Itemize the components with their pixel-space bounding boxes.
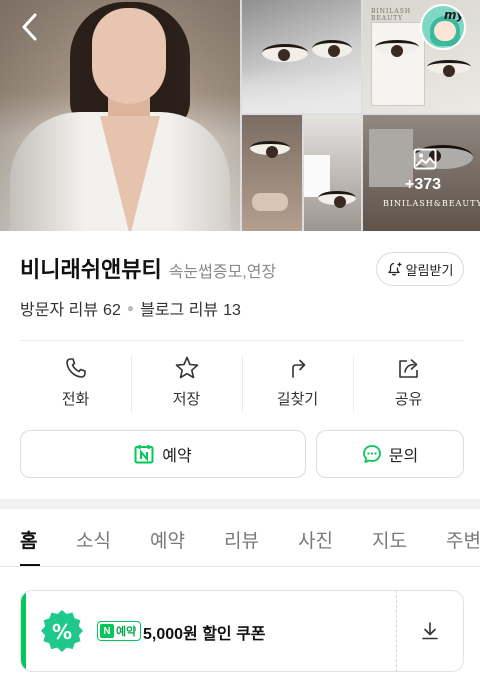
primary-buttons: 예약 문의 <box>20 430 464 478</box>
reserve-label: 예약 <box>162 448 192 465</box>
reserve-button[interactable]: 예약 <box>20 430 306 478</box>
chat-bubble-icon <box>362 445 381 463</box>
share-icon <box>398 359 418 378</box>
visitor-review-link[interactable]: 방문자 리뷰 62 <box>20 296 121 320</box>
inquiry-label: 문의 <box>388 448 419 465</box>
section-divider <box>0 499 480 509</box>
photo-icon <box>413 148 437 170</box>
discount-symbol: % <box>52 620 72 644</box>
tab-home[interactable]: 홈 <box>20 526 37 553</box>
my-badge-label: my <box>444 8 465 22</box>
naver-n-mark: N <box>100 624 114 638</box>
visitor-review-count: 62 <box>103 302 121 319</box>
place-title-row: 비니래쉬앤뷰티 속눈썹증모,연장 <box>20 252 276 284</box>
tab-bar: 홈 소식 예약 리뷰 사진 지도 주변 <box>0 509 480 567</box>
separator-dot: ● <box>126 301 135 315</box>
review-summary: 방문자 리뷰 62 ● 블로그 리뷰 13 <box>20 296 241 320</box>
photo-gallery[interactable]: BINILASH BEAUTY BINILASH&BEAUTY +373 my <box>0 0 480 231</box>
directions-button[interactable]: 길찾기 <box>242 354 353 414</box>
call-button[interactable]: 전화 <box>20 354 131 414</box>
alarm-subscribe-button[interactable]: 알림받기 <box>376 252 464 286</box>
active-tab-indicator <box>20 564 40 566</box>
place-name: 비니래쉬앤뷰티 <box>20 257 162 282</box>
share-label: 공유 <box>394 391 423 408</box>
alarm-label: 알림받기 <box>405 262 454 278</box>
blog-review-label: 블로그 리뷰 <box>140 302 219 319</box>
tab-news[interactable]: 소식 <box>76 526 111 553</box>
place-category: 속눈썹증모,연장 <box>168 264 277 281</box>
photo-thumbnail[interactable] <box>242 115 302 231</box>
action-bar: 전화 저장 길찾기 공유 <box>20 354 464 414</box>
save-label: 저장 <box>172 391 201 408</box>
blog-review-link[interactable]: 블로그 리뷰 13 <box>140 296 241 320</box>
directions-icon <box>291 359 305 378</box>
coupon-body: % N 예약 5,000원 할인 쿠폰 <box>20 590 397 672</box>
photo-thumbnail[interactable] <box>304 115 361 231</box>
inquiry-button[interactable]: 문의 <box>316 430 464 478</box>
naver-reservation-tag: N 예약 <box>97 621 142 641</box>
back-button[interactable] <box>14 10 44 44</box>
share-button[interactable]: 공유 <box>353 354 464 414</box>
my-profile-avatar[interactable]: my <box>420 4 466 50</box>
save-button[interactable]: 저장 <box>131 354 242 414</box>
coupon-download-button[interactable] <box>397 590 464 672</box>
tag-label: 예약 <box>116 626 137 638</box>
bell-plus-icon <box>387 262 402 276</box>
chevron-left-icon <box>22 13 37 41</box>
tab-reservation[interactable]: 예약 <box>150 526 185 553</box>
photo-count: +373 <box>405 176 442 193</box>
divider <box>20 340 464 341</box>
tab-reviews[interactable]: 리뷰 <box>224 526 259 553</box>
call-label: 전화 <box>61 391 90 408</box>
photo-thumbnail[interactable] <box>242 0 361 113</box>
tab-photos[interactable]: 사진 <box>298 526 333 553</box>
star-icon <box>175 356 198 379</box>
photo-thumbnail-more[interactable]: BINILASH&BEAUTY <box>363 115 480 231</box>
phone-icon <box>65 358 86 378</box>
tab-map[interactable]: 지도 <box>372 526 407 553</box>
brand-watermark: BINILASH&BEAUTY <box>383 199 480 208</box>
naver-reservation-calendar-icon <box>134 445 154 464</box>
blog-review-count: 13 <box>223 302 241 319</box>
visitor-review-label: 방문자 리뷰 <box>20 302 99 319</box>
coupon-card[interactable]: % N 예약 5,000원 할인 쿠폰 <box>20 590 464 672</box>
tab-nearby[interactable]: 주변 <box>446 526 480 553</box>
coupon-title: 5,000원 할인 쿠폰 <box>143 626 266 643</box>
discount-badge-icon: % <box>41 610 83 652</box>
download-icon <box>422 622 438 640</box>
directions-label: 길찾기 <box>276 391 319 408</box>
